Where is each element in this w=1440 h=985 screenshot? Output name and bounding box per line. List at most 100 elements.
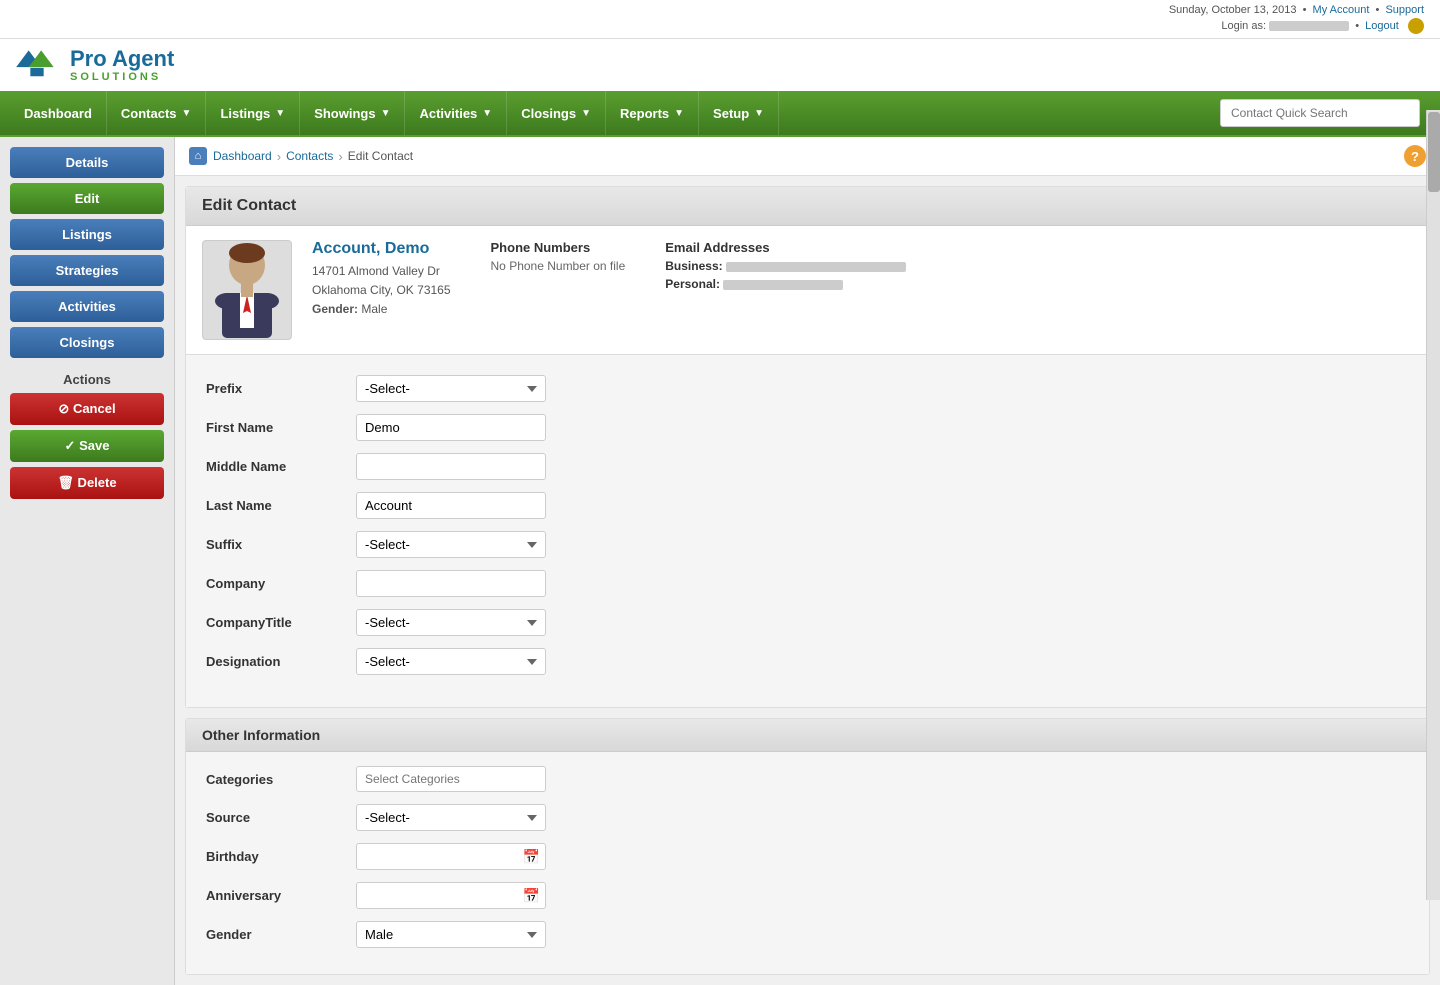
contact-details: Account, Demo 14701 Almond Valley Dr Okl… bbox=[312, 240, 451, 340]
contact-name: Account, Demo bbox=[312, 240, 451, 258]
username-display bbox=[1269, 21, 1349, 31]
designation-label: Designation bbox=[206, 654, 356, 669]
save-button[interactable]: ✓ Save bbox=[10, 430, 164, 462]
suffix-select[interactable]: -Select- Jr.Sr.IIIII bbox=[356, 531, 546, 558]
section-header: Edit Contact bbox=[186, 187, 1429, 226]
firstname-input[interactable] bbox=[356, 414, 546, 441]
suffix-row: Suffix -Select- Jr.Sr.IIIII bbox=[206, 531, 1409, 558]
sidebar-edit-btn[interactable]: Edit bbox=[10, 183, 164, 214]
contact-address: 14701 Almond Valley Dr Oklahoma City, OK… bbox=[312, 262, 451, 320]
logout-icon bbox=[1408, 18, 1424, 34]
middlename-input[interactable] bbox=[356, 453, 546, 480]
avatar-svg bbox=[207, 243, 287, 338]
companytitle-label: CompanyTitle bbox=[206, 615, 356, 630]
designation-row: Designation -Select- REALTORBroker bbox=[206, 648, 1409, 675]
contact-avatar bbox=[202, 240, 292, 340]
date-display: Sunday, October 13, 2013 bbox=[1169, 4, 1297, 16]
companytitle-select[interactable]: -Select- CEOManagerAgent bbox=[356, 609, 546, 636]
prefix-row: Prefix -Select- Mr.Mrs.Ms.Dr. bbox=[206, 375, 1409, 402]
categories-row: Categories bbox=[206, 766, 1409, 792]
other-info-body: Categories Source -Select- InternetRefer… bbox=[186, 752, 1429, 974]
sidebar-closings-btn[interactable]: Closings bbox=[10, 327, 164, 358]
anniversary-input[interactable] bbox=[356, 882, 546, 909]
main-layout: Details Edit Listings Strategies Activit… bbox=[0, 137, 1440, 985]
nav-closings[interactable]: Closings ▼ bbox=[507, 91, 606, 135]
page-title: Edit Contact bbox=[202, 197, 1413, 215]
activities-chevron: ▼ bbox=[482, 108, 492, 119]
breadcrumb-dashboard[interactable]: Dashboard bbox=[213, 149, 272, 163]
contact-phone-col: Phone Numbers No Phone Number on file bbox=[491, 240, 626, 340]
prefix-label: Prefix bbox=[206, 381, 356, 396]
save-icon: ✓ bbox=[65, 438, 76, 453]
breadcrumb-contacts[interactable]: Contacts bbox=[286, 149, 333, 163]
designation-select[interactable]: -Select- REALTORBroker bbox=[356, 648, 546, 675]
delete-button[interactable]: 🗑 Delete bbox=[10, 467, 164, 499]
source-select[interactable]: -Select- InternetReferralWalk-in bbox=[356, 804, 546, 831]
search-wrap bbox=[1210, 91, 1430, 135]
edit-contact-panel: Edit Contact bbox=[185, 186, 1430, 708]
reports-chevron: ▼ bbox=[674, 108, 684, 119]
anniversary-calendar-icon[interactable]: 📅 bbox=[523, 887, 540, 904]
sidebar-activities-btn[interactable]: Activities bbox=[10, 291, 164, 322]
scroll-thumb[interactable] bbox=[1428, 112, 1440, 192]
closings-chevron: ▼ bbox=[581, 108, 591, 119]
lastname-row: Last Name bbox=[206, 492, 1409, 519]
company-input[interactable] bbox=[356, 570, 546, 597]
business-email-row: Business: bbox=[665, 259, 906, 273]
contact-quick-search[interactable] bbox=[1220, 99, 1420, 127]
sidebar-details-btn[interactable]: Details bbox=[10, 147, 164, 178]
contact-form: Prefix -Select- Mr.Mrs.Ms.Dr. First Name… bbox=[186, 355, 1429, 707]
listings-chevron: ▼ bbox=[275, 108, 285, 119]
gender-label: Gender bbox=[206, 927, 356, 942]
cancel-icon: ⊘ bbox=[58, 401, 69, 416]
firstname-row: First Name bbox=[206, 414, 1409, 441]
content-area: ⌂ Dashboard › Contacts › Edit Contact ? … bbox=[175, 137, 1440, 985]
birthday-input[interactable] bbox=[356, 843, 546, 870]
personal-email-row: Personal: bbox=[665, 277, 906, 291]
sidebar-strategies-btn[interactable]: Strategies bbox=[10, 255, 164, 286]
nav-showings[interactable]: Showings ▼ bbox=[300, 91, 405, 135]
actions-title: Actions bbox=[10, 372, 164, 387]
birthday-calendar-icon[interactable]: 📅 bbox=[523, 848, 540, 865]
breadcrumb-current: Edit Contact bbox=[348, 149, 413, 163]
birthday-wrap: 📅 bbox=[356, 843, 546, 870]
birthday-label: Birthday bbox=[206, 849, 356, 864]
other-info-header: Other Information bbox=[186, 719, 1429, 752]
categories-label: Categories bbox=[206, 772, 356, 787]
prefix-select[interactable]: -Select- Mr.Mrs.Ms.Dr. bbox=[356, 375, 546, 402]
nav-dashboard[interactable]: Dashboard bbox=[10, 91, 107, 135]
birthday-row: Birthday 📅 bbox=[206, 843, 1409, 870]
logout-link[interactable]: Logout bbox=[1365, 20, 1399, 32]
setup-chevron: ▼ bbox=[754, 108, 764, 119]
nav-activities[interactable]: Activities ▼ bbox=[405, 91, 507, 135]
nav-listings[interactable]: Listings ▼ bbox=[206, 91, 300, 135]
categories-input[interactable] bbox=[356, 766, 546, 792]
nav-reports[interactable]: Reports ▼ bbox=[606, 91, 699, 135]
anniversary-row: Anniversary 📅 bbox=[206, 882, 1409, 909]
nav-contacts[interactable]: Contacts ▼ bbox=[107, 91, 207, 135]
lastname-label: Last Name bbox=[206, 498, 356, 513]
sidebar: Details Edit Listings Strategies Activit… bbox=[0, 137, 175, 985]
lastname-input[interactable] bbox=[356, 492, 546, 519]
logo-text: Pro Agent SOLUTIONS bbox=[70, 47, 174, 83]
gender-select[interactable]: Male Female -Select- bbox=[356, 921, 546, 948]
help-button[interactable]: ? bbox=[1404, 145, 1426, 167]
business-email-blurred bbox=[726, 262, 906, 272]
my-account-link[interactable]: My Account bbox=[1313, 4, 1370, 16]
support-link[interactable]: Support bbox=[1385, 4, 1424, 16]
source-row: Source -Select- InternetReferralWalk-in bbox=[206, 804, 1409, 831]
sidebar-listings-btn[interactable]: Listings bbox=[10, 219, 164, 250]
breadcrumb: ⌂ Dashboard › Contacts › Edit Contact ? bbox=[175, 137, 1440, 176]
contact-info-block: Account, Demo 14701 Almond Valley Dr Okl… bbox=[186, 226, 1429, 355]
company-label: Company bbox=[206, 576, 356, 591]
delete-icon: 🗑 bbox=[57, 475, 74, 490]
scrollbar[interactable] bbox=[1426, 110, 1440, 900]
anniversary-label: Anniversary bbox=[206, 888, 356, 903]
phone-value: No Phone Number on file bbox=[491, 259, 626, 273]
personal-email-blurred bbox=[723, 280, 843, 290]
nav-setup[interactable]: Setup ▼ bbox=[699, 91, 779, 135]
logo-icon bbox=[12, 45, 62, 85]
home-icon[interactable]: ⌂ bbox=[189, 147, 207, 165]
cancel-button[interactable]: ⊘ Cancel bbox=[10, 393, 164, 425]
middlename-row: Middle Name bbox=[206, 453, 1409, 480]
